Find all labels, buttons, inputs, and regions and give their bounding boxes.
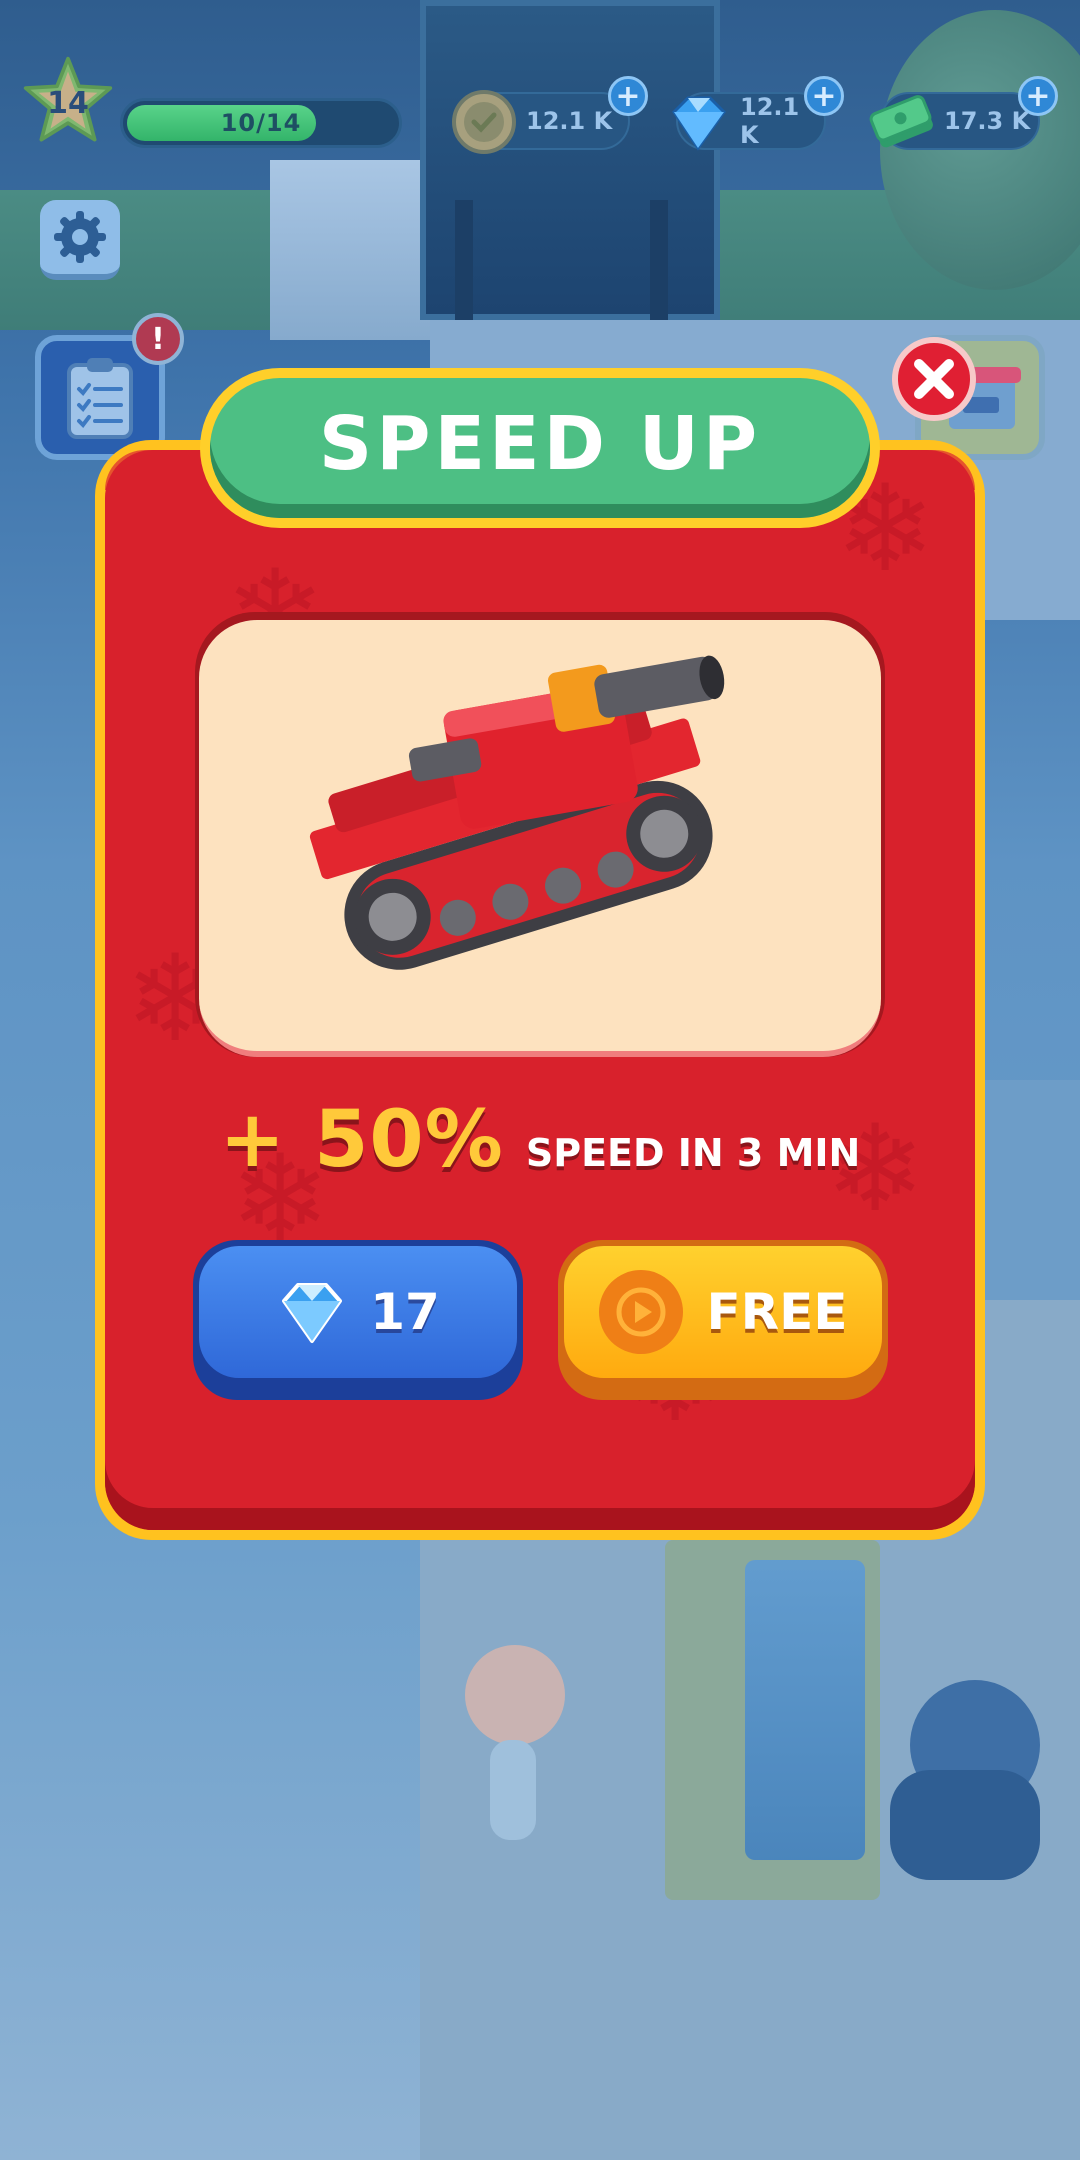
cash-icon: [869, 95, 933, 148]
add-gems-button[interactable]: +: [804, 76, 844, 116]
play-triangle: [616, 1287, 666, 1337]
player-character-head: [465, 1645, 565, 1745]
bonus-description: + 50% SPEED IN 3 MIN: [0, 1095, 1080, 1195]
cash-amount: 17.3 K: [944, 107, 1031, 135]
watch-ad-free-button[interactable]: FREE: [558, 1240, 888, 1400]
play-video-icon: [598, 1270, 683, 1354]
pay-gems-button-face: 17: [199, 1246, 517, 1378]
gem-icon: [282, 1283, 343, 1343]
xp-progress-bar: 10/14: [120, 98, 402, 148]
pay-gems-button[interactable]: 17: [193, 1240, 523, 1400]
dialog-title: SPEED UP: [318, 401, 762, 487]
coins-counter: 12.1 K +: [452, 76, 648, 154]
reward-image-card: [195, 612, 885, 1057]
add-coins-button[interactable]: +: [608, 76, 648, 116]
cash-counter: 17.3 K +: [869, 76, 1058, 150]
free-label: FREE: [706, 1283, 848, 1341]
watch-ad-free-button-face: FREE: [564, 1246, 882, 1378]
coins-amount: 12.1 K: [526, 107, 613, 135]
coin-icon: [452, 90, 516, 154]
dialog-title-banner-inner: SPEED UP: [210, 378, 870, 518]
level-star[interactable]: 14: [22, 55, 114, 147]
gems-counter: 12.1 K +: [672, 76, 844, 151]
bonus-duration: SPEED IN 3 MIN: [525, 1131, 861, 1175]
background-block: [270, 160, 430, 340]
worker-character-body: [890, 1770, 1040, 1880]
close-icon: [914, 359, 954, 399]
tower-leg: [455, 200, 473, 320]
quest-alert-badge: !: [132, 313, 184, 365]
bonus-percent: + 50%: [219, 1095, 504, 1185]
level-number: 14: [47, 85, 89, 121]
xp-progress-text: 10/14: [220, 109, 302, 137]
close-button[interactable]: [892, 337, 976, 421]
settings-button[interactable]: [40, 200, 120, 280]
workbench-machine: [745, 1560, 865, 1860]
gear-icon: [54, 211, 106, 263]
gem-cost: 17: [370, 1283, 440, 1341]
reward-image-frame: [199, 620, 881, 1057]
tower-leg: [650, 200, 668, 320]
clipboard-icon: [67, 357, 133, 439]
dialog-title-banner: SPEED UP: [200, 368, 880, 528]
add-cash-button[interactable]: +: [1018, 76, 1058, 116]
player-character-body: [490, 1740, 536, 1840]
tank-illustration: [309, 655, 725, 970]
gem-icon: [672, 96, 726, 151]
